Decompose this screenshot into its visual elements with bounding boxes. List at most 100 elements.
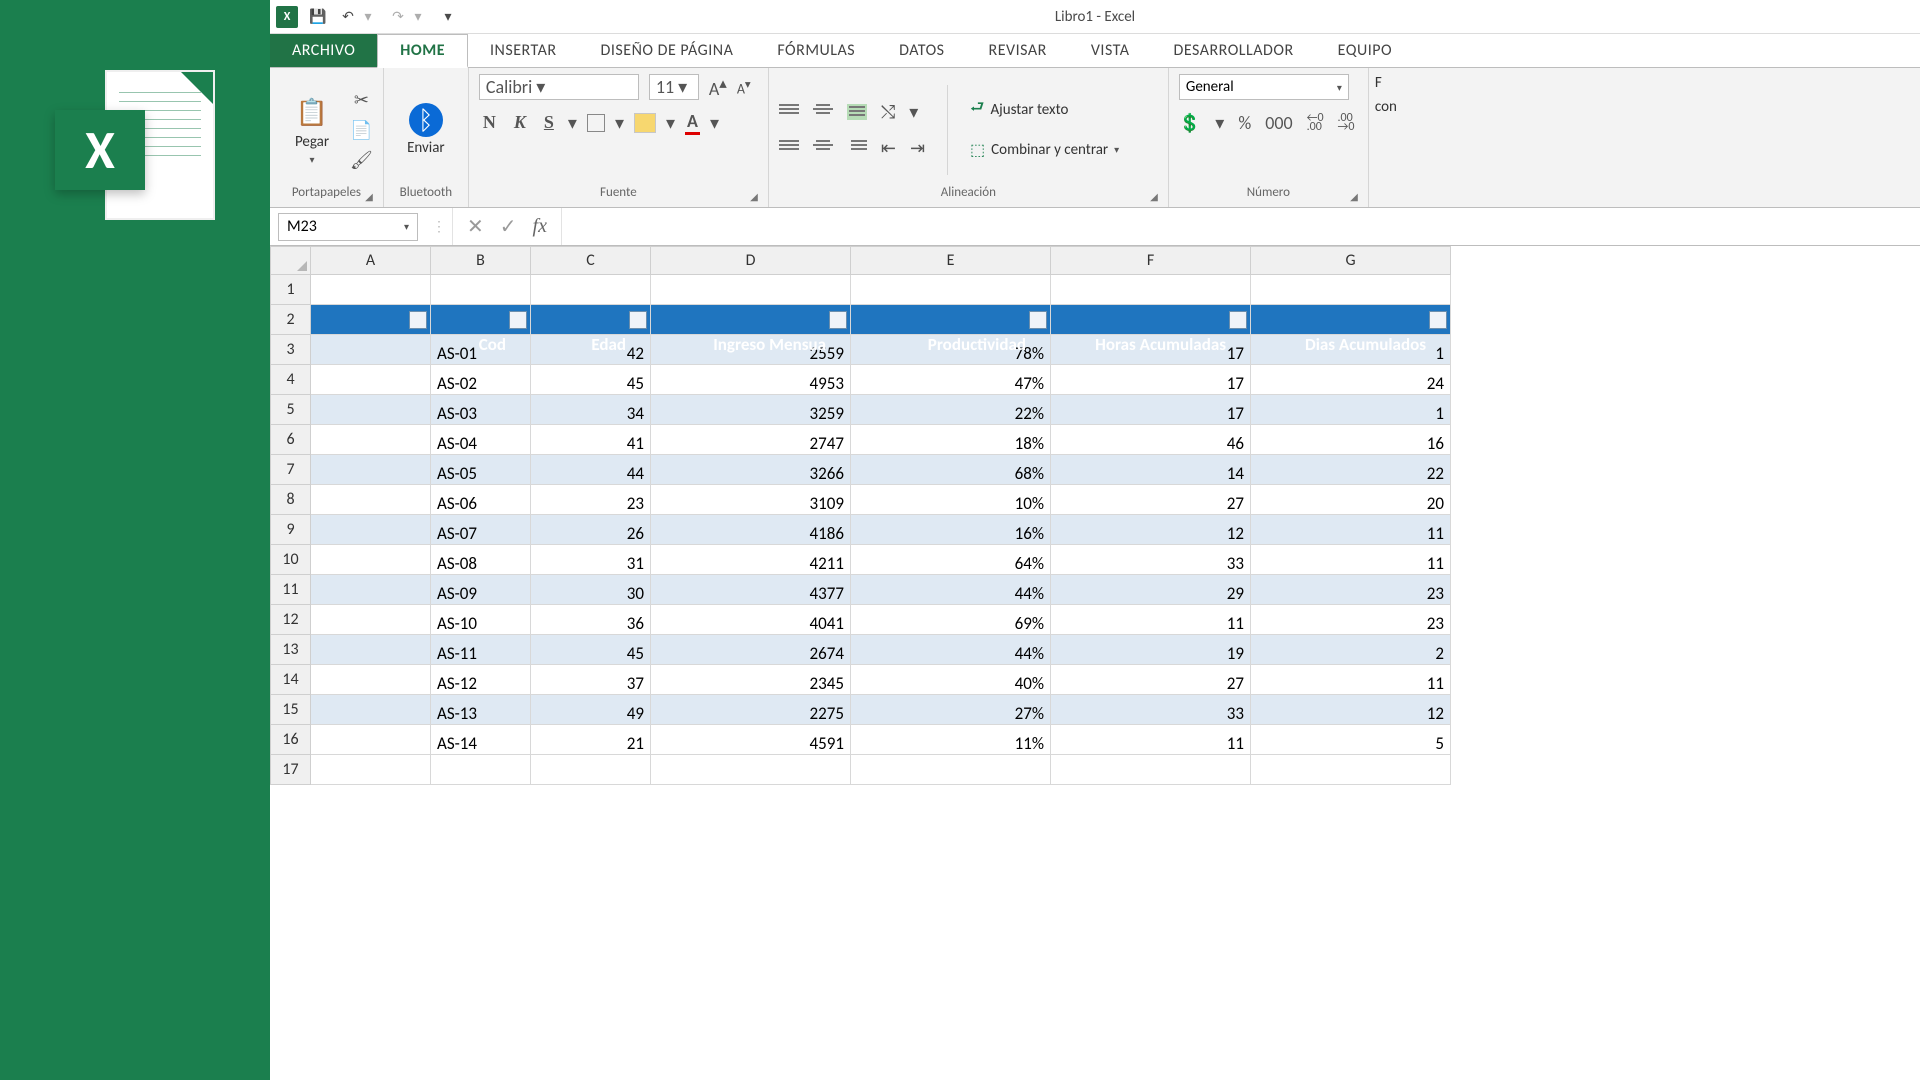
italic-button[interactable]: K [510, 112, 530, 133]
cell-D4[interactable]: 4953 [651, 365, 851, 395]
percent-format-icon[interactable]: % [1238, 112, 1251, 134]
cell-G4[interactable]: 24 [1251, 365, 1451, 395]
cell-C16[interactable]: 21 [531, 725, 651, 755]
cell-G15[interactable]: 12 [1251, 695, 1451, 725]
cell-F4[interactable]: 17 [1051, 365, 1251, 395]
cell-A1[interactable] [311, 275, 431, 305]
cell-A9[interactable] [311, 515, 431, 545]
tab-equipo[interactable]: EQUIPO [1316, 34, 1414, 67]
cell-B14[interactable]: AS-12 [431, 665, 531, 695]
row-header-10[interactable]: 10 [271, 545, 311, 575]
dialog-launcher-icon[interactable]: ◢ [1350, 190, 1358, 203]
font-color-icon[interactable]: A [685, 110, 700, 135]
cell-D10[interactable]: 4211 [651, 545, 851, 575]
cell-D14[interactable]: 2345 [651, 665, 851, 695]
cell-B10[interactable]: AS-08 [431, 545, 531, 575]
row-header-14[interactable]: 14 [271, 665, 311, 695]
format-painter-icon[interactable]: 🖌 [350, 149, 373, 171]
cell-B4[interactable]: AS-02 [431, 365, 531, 395]
align-top-icon[interactable] [779, 104, 799, 120]
chevron-down-icon[interactable]: ▾ [615, 112, 624, 134]
decrease-font-icon[interactable]: A▾ [737, 77, 751, 98]
cell-F9[interactable]: 12 [1051, 515, 1251, 545]
fx-icon[interactable]: fx [533, 215, 547, 238]
accounting-format-icon[interactable]: 💲 [1179, 112, 1201, 134]
cell-B6[interactable]: AS-04 [431, 425, 531, 455]
table-header-horas-acumuladas[interactable]: Horas Acumuladas [1051, 305, 1251, 335]
cell-B12[interactable]: AS-10 [431, 605, 531, 635]
cell-A14[interactable] [311, 665, 431, 695]
cell-B8[interactable]: AS-06 [431, 485, 531, 515]
cell-E16[interactable]: 11% [851, 725, 1051, 755]
paste-button[interactable]: 📋 Pegar ▾ [280, 93, 344, 166]
cell-F15[interactable]: 33 [1051, 695, 1251, 725]
row-header-17[interactable]: 17 [271, 755, 311, 785]
bluetooth-send-button[interactable]: ᛒ Enviar [394, 103, 458, 157]
formula-input[interactable] [562, 213, 1920, 241]
chevron-down-icon[interactable]: ▾ [568, 112, 577, 134]
chevron-down-icon[interactable]: ▾ [1215, 112, 1224, 134]
table-header-productividad[interactable]: Productividad [851, 305, 1051, 335]
dialog-launcher-icon[interactable]: ◢ [1150, 190, 1158, 203]
cell-C1[interactable] [531, 275, 651, 305]
chevron-down-icon[interactable]: ▾ [666, 112, 675, 134]
decrease-indent-icon[interactable]: ⇤ [881, 137, 896, 159]
cell-D6[interactable]: 2747 [651, 425, 851, 455]
cell-C11[interactable]: 30 [531, 575, 651, 605]
increase-indent-icon[interactable]: ⇥ [910, 137, 925, 159]
redo-dropdown-icon[interactable]: ▾ [408, 7, 428, 27]
column-header-A[interactable]: A [311, 247, 431, 275]
fill-color-icon[interactable] [634, 113, 656, 133]
row-header-13[interactable]: 13 [271, 635, 311, 665]
column-header-B[interactable]: B [431, 247, 531, 275]
cell-G7[interactable]: 22 [1251, 455, 1451, 485]
align-middle-icon[interactable] [813, 104, 833, 120]
name-box[interactable]: M23 ▾ [278, 213, 418, 241]
tab-desarrollador[interactable]: DESARROLLADOR [1151, 34, 1315, 67]
align-center-icon[interactable] [813, 140, 833, 156]
cell-A16[interactable] [311, 725, 431, 755]
cell-E15[interactable]: 27% [851, 695, 1051, 725]
cell-C12[interactable]: 36 [531, 605, 651, 635]
cell-D15[interactable]: 2275 [651, 695, 851, 725]
number-format-combo[interactable]: General▾ [1179, 74, 1349, 100]
cell-B9[interactable]: AS-07 [431, 515, 531, 545]
underline-button[interactable]: S [540, 112, 558, 133]
cell-B13[interactable]: AS-11 [431, 635, 531, 665]
table-header-edad[interactable]: Edad [531, 305, 651, 335]
cancel-formula-icon[interactable]: ✕ [467, 214, 484, 239]
align-bottom-icon[interactable] [847, 104, 867, 120]
cell-A3[interactable] [311, 335, 431, 365]
table-header-ingreso-mensua[interactable]: Ingreso Mensua [651, 305, 851, 335]
cell-G11[interactable]: 23 [1251, 575, 1451, 605]
cell-F5[interactable]: 17 [1051, 395, 1251, 425]
cell-D5[interactable]: 3259 [651, 395, 851, 425]
dialog-launcher-icon[interactable]: ◢ [750, 190, 758, 203]
tab-formulas[interactable]: FÓRMULAS [755, 34, 877, 67]
row-header-3[interactable]: 3 [271, 335, 311, 365]
cell-E13[interactable]: 44% [851, 635, 1051, 665]
tab-vista[interactable]: VISTA [1069, 34, 1152, 67]
cell-C9[interactable]: 26 [531, 515, 651, 545]
row-header-15[interactable]: 15 [271, 695, 311, 725]
cell-C14[interactable]: 37 [531, 665, 651, 695]
row-header-4[interactable]: 4 [271, 365, 311, 395]
undo-icon[interactable]: ↶ [338, 7, 358, 27]
cell-C7[interactable]: 44 [531, 455, 651, 485]
cell-A10[interactable] [311, 545, 431, 575]
undo-dropdown-icon[interactable]: ▾ [358, 7, 378, 27]
row-header-12[interactable]: 12 [271, 605, 311, 635]
cell-D13[interactable]: 2674 [651, 635, 851, 665]
cell-F12[interactable]: 11 [1051, 605, 1251, 635]
cell-A4[interactable] [311, 365, 431, 395]
row-header-11[interactable]: 11 [271, 575, 311, 605]
cell-A6[interactable] [311, 425, 431, 455]
cell-A13[interactable] [311, 635, 431, 665]
cell-G9[interactable]: 11 [1251, 515, 1451, 545]
cell-B7[interactable]: AS-05 [431, 455, 531, 485]
increase-decimal-icon[interactable]: ←0.00 [1307, 114, 1324, 132]
cell-E10[interactable]: 64% [851, 545, 1051, 575]
cell-B17[interactable] [431, 755, 531, 785]
cell-A7[interactable] [311, 455, 431, 485]
row-header-9[interactable]: 9 [271, 515, 311, 545]
